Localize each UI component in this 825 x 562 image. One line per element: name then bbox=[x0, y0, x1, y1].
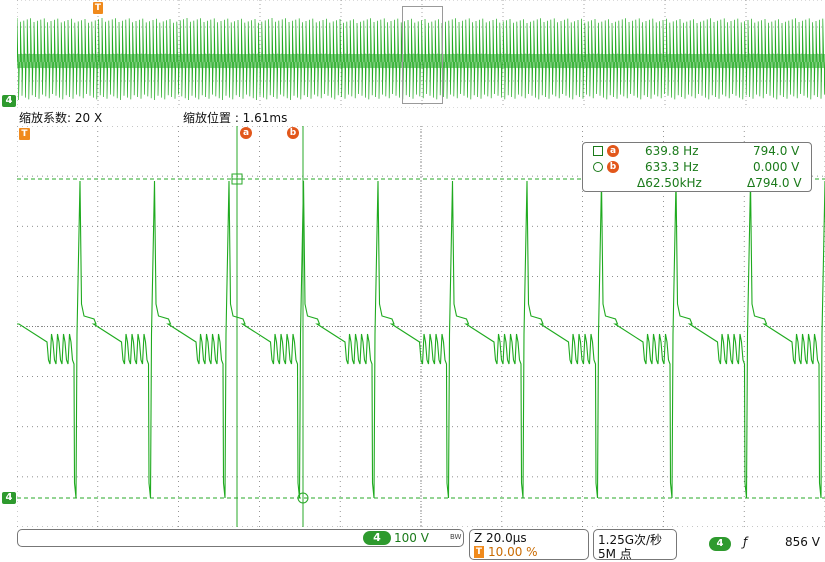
circle-cursor-icon bbox=[593, 162, 603, 172]
readout-cursor-a-badge: a bbox=[607, 145, 619, 157]
trigger-slope-icon: ƒ bbox=[743, 535, 748, 549]
cursor-b-frequency: 633.3 Hz bbox=[645, 160, 699, 174]
square-cursor-icon bbox=[593, 146, 603, 156]
overview-channel-marker[interactable]: 4 bbox=[2, 95, 16, 107]
overview-trigger-label: T bbox=[94, 3, 102, 13]
trigger-position-value: 10.00 % bbox=[488, 545, 538, 559]
delta-voltage: Δ794.0 V bbox=[747, 176, 802, 190]
trigger-source-badge: 4 bbox=[709, 537, 731, 551]
zoom-position-text: 缩放位置 : 1.61ms bbox=[183, 111, 288, 125]
zoom-window-box[interactable] bbox=[402, 6, 443, 104]
record-length: 5M 点 bbox=[598, 547, 632, 561]
channel-scale: 100 V bbox=[394, 531, 429, 545]
main-channel-marker[interactable]: 4 bbox=[2, 492, 16, 504]
delta-frequency: Δ62.50kHz bbox=[637, 176, 702, 190]
main-channel-label: 4 bbox=[5, 492, 13, 503]
trigger-position-icon: T bbox=[474, 546, 484, 558]
cursor-a-frequency: 639.8 Hz bbox=[645, 144, 699, 158]
readout-cursor-a-badge-label: a bbox=[609, 146, 617, 156]
timebase-panel[interactable]: Z 20.0µs T 10.00 % bbox=[469, 529, 589, 560]
bandwidth-flag: BW bbox=[450, 533, 462, 541]
zoom-factor-text: 缩放系数: 20 X bbox=[19, 111, 103, 125]
overview-channel-label: 4 bbox=[5, 95, 13, 106]
trigger-panel[interactable]: 4 ƒ 856 V bbox=[681, 529, 825, 560]
acquisition-panel[interactable]: 1.25G次/秒 5M 点 bbox=[593, 529, 677, 561]
channel-badge: 4 bbox=[363, 531, 391, 545]
channel-panel[interactable]: 4 100 V BW bbox=[17, 529, 464, 547]
overview-trigger-marker[interactable]: T bbox=[93, 2, 103, 14]
cursor-readout-box: a 639.8 Hz 794.0 V b 633.3 Hz 0.000 V Δ6… bbox=[582, 142, 812, 192]
readout-cursor-b-badge-label: b bbox=[609, 162, 617, 172]
readout-cursor-b-badge: b bbox=[607, 161, 619, 173]
timebase-value: Z 20.0µs bbox=[474, 531, 527, 545]
trigger-level: 856 V bbox=[785, 535, 820, 549]
cursor-a-voltage: 794.0 V bbox=[753, 144, 800, 158]
cursor-b-voltage: 0.000 V bbox=[753, 160, 800, 174]
status-bar: 4 100 V BW Z 20.0µs T 10.00 % 1.25G次/秒 5… bbox=[0, 527, 825, 562]
